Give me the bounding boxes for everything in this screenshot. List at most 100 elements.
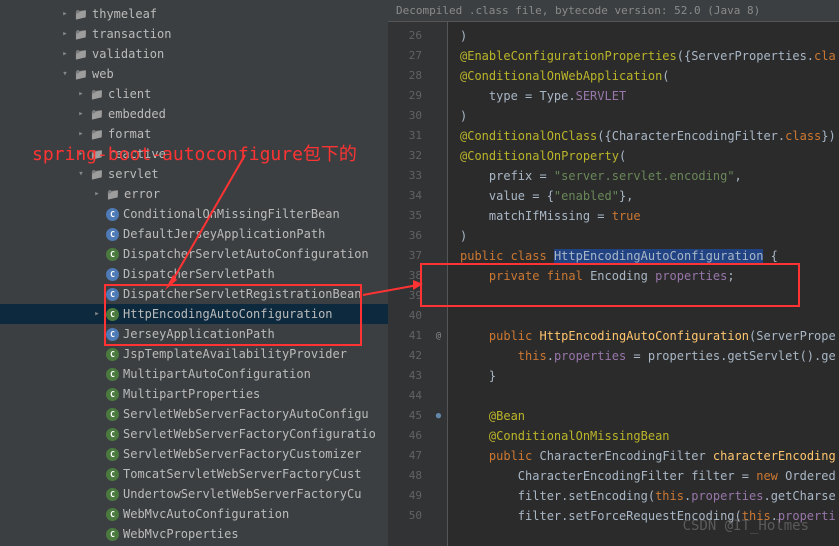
code-line[interactable]: ) [460,226,839,246]
class-icon [106,388,119,401]
code-line[interactable]: CharacterEncodingFilter filter = new Ord… [460,466,839,486]
chevron-right-icon[interactable]: ▸ [76,109,86,119]
code-line[interactable]: ) [460,106,839,126]
class-icon [106,468,119,481]
project-tree[interactable]: ▸thymeleaf▸transaction▸validation▾web▸cl… [0,0,388,544]
code-line[interactable] [460,526,839,546]
code-line[interactable] [460,306,839,326]
tree-item-servletwebserverfactoryautocon[interactable]: ServletWebServerFactoryAutoConfigu [0,404,388,424]
tree-item-client[interactable]: ▸client [0,84,388,104]
line-number: 35 [388,206,422,226]
line-number: 44 [388,386,422,406]
class-icon [106,248,119,261]
class-icon [106,208,119,221]
chevron-right-icon[interactable]: ▸ [92,309,102,319]
tree-item-jsptemplateavailabilityprovide[interactable]: JspTemplateAvailabilityProvider [0,344,388,364]
class-icon [106,328,119,341]
folder-icon [90,87,104,101]
chevron-down-icon[interactable]: ▾ [76,169,86,179]
tree-item-multipartautoconfiguration[interactable]: MultipartAutoConfiguration [0,364,388,384]
code-line[interactable]: public CharacterEncodingFilter character… [460,446,839,466]
chevron-right-icon[interactable]: ▸ [92,189,102,199]
gutter-marker [430,366,447,386]
tree-item-conditionalonmissingfilterbean[interactable]: ConditionalOnMissingFilterBean [0,204,388,224]
gutter-marker [430,206,447,226]
code-line[interactable] [460,286,839,306]
code-line[interactable]: @ConditionalOnMissingBean [460,426,839,446]
code-line[interactable]: value = {"enabled"}, [460,186,839,206]
tree-item-label: MultipartProperties [123,387,260,401]
tree-item-multipartproperties[interactable]: MultipartProperties [0,384,388,404]
code-line[interactable]: @ConditionalOnClass({CharacterEncodingFi… [460,126,839,146]
code-line[interactable]: @ConditionalOnProperty( [460,146,839,166]
tree-item-dispatcherservletregistrationb[interactable]: DispatcherServletRegistrationBean [0,284,388,304]
code-content[interactable]: )@EnableConfigurationProperties({ServerP… [448,22,839,546]
code-line[interactable]: prefix = "server.servlet.encoding", [460,166,839,186]
tree-item-thymeleaf[interactable]: ▸thymeleaf [0,4,388,24]
tree-item-reactive[interactable]: ▸ reactive [0,144,388,164]
tree-item-validation[interactable]: ▸validation [0,44,388,64]
code-line[interactable]: filter.setForceRequestEncoding(this.prop… [460,506,839,526]
code-line[interactable]: private final Encoding properties; [460,266,839,286]
folder-icon [74,47,88,61]
code-editor[interactable]: Decompiled .class file, bytecode version… [388,0,839,546]
tree-item-label: reactive [108,147,166,161]
tree-item-webmvcautoconfiguration[interactable]: WebMvcAutoConfiguration [0,504,388,524]
tree-item-defaultjerseyapplicationpath[interactable]: DefaultJerseyApplicationPath [0,224,388,244]
line-number: 37 [388,246,422,266]
chevron-right-icon[interactable]: ▸ [76,149,86,159]
tree-item-jerseyapplicationpath[interactable]: JerseyApplicationPath [0,324,388,344]
tree-item-dispatcherservletpath[interactable]: DispatcherServletPath [0,264,388,284]
line-number: 36 [388,226,422,246]
code-line[interactable]: public class HttpEncodingAutoConfigurati… [460,246,839,266]
chevron-right-icon[interactable]: ▸ [60,29,70,39]
chevron-right-icon[interactable]: ▸ [76,129,86,139]
line-number: 46 [388,426,422,446]
project-tree-panel[interactable]: ▸thymeleaf▸transaction▸validation▾web▸cl… [0,0,388,546]
tree-item-httpencodingautoconfiguration[interactable]: ▸HttpEncodingAutoConfiguration [0,304,388,324]
folder-icon [90,107,104,121]
line-number: 42 [388,346,422,366]
chevron-right-icon[interactable]: ▸ [60,49,70,59]
code-line[interactable]: public HttpEncodingAutoConfiguration(Ser… [460,326,839,346]
tree-item-dispatcherservletautoconfigura[interactable]: DispatcherServletAutoConfiguration [0,244,388,264]
code-line[interactable]: ) [460,26,839,46]
tree-item-label: ConditionalOnMissingFilterBean [123,207,340,221]
class-icon [106,528,119,541]
tree-item-label: WebMvcProperties [123,527,239,541]
tree-item-transaction[interactable]: ▸transaction [0,24,388,44]
gutter-marker: ● [430,406,447,426]
line-number: 34 [388,186,422,206]
code-line[interactable] [460,386,839,406]
code-line[interactable]: type = Type.SERVLET [460,86,839,106]
code-line[interactable]: matchIfMissing = true [460,206,839,226]
tree-item-tomcatservletwebserverfactoryc[interactable]: TomcatServletWebServerFactoryCust [0,464,388,484]
tree-item-web[interactable]: ▾web [0,64,388,84]
gutter-marker [430,426,447,446]
folder-icon [90,127,104,141]
line-number: 45 [388,406,422,426]
tree-item-servlet[interactable]: ▾servlet [0,164,388,184]
class-icon [106,288,119,301]
code-line[interactable]: @ConditionalOnWebApplication( [460,66,839,86]
code-line[interactable]: @EnableConfigurationProperties({ServerPr… [460,46,839,66]
chevron-right-icon[interactable]: ▸ [60,9,70,19]
tree-item-webmvcproperties[interactable]: WebMvcProperties [0,524,388,544]
line-number: 48 [388,466,422,486]
class-icon [106,368,119,381]
chevron-right-icon[interactable]: ▸ [76,89,86,99]
code-line[interactable]: @Bean [460,406,839,426]
tree-item-servletwebserverfactorycustomi[interactable]: ServletWebServerFactoryCustomizer [0,444,388,464]
gutter-marker [430,26,447,46]
tree-item-servletwebserverfactoryconfigu[interactable]: ServletWebServerFactoryConfiguratio [0,424,388,444]
class-icon [106,448,119,461]
tree-item-format[interactable]: ▸format [0,124,388,144]
line-number: 47 [388,446,422,466]
chevron-down-icon[interactable]: ▾ [60,69,70,79]
code-line[interactable]: } [460,366,839,386]
tree-item-embedded[interactable]: ▸embedded [0,104,388,124]
tree-item-error[interactable]: ▸error [0,184,388,204]
code-line[interactable]: filter.setEncoding(this.properties.getCh… [460,486,839,506]
tree-item-undertowservletwebserverfactor[interactable]: UndertowServletWebServerFactoryCu [0,484,388,504]
code-line[interactable]: this.properties = properties.getServlet(… [460,346,839,366]
